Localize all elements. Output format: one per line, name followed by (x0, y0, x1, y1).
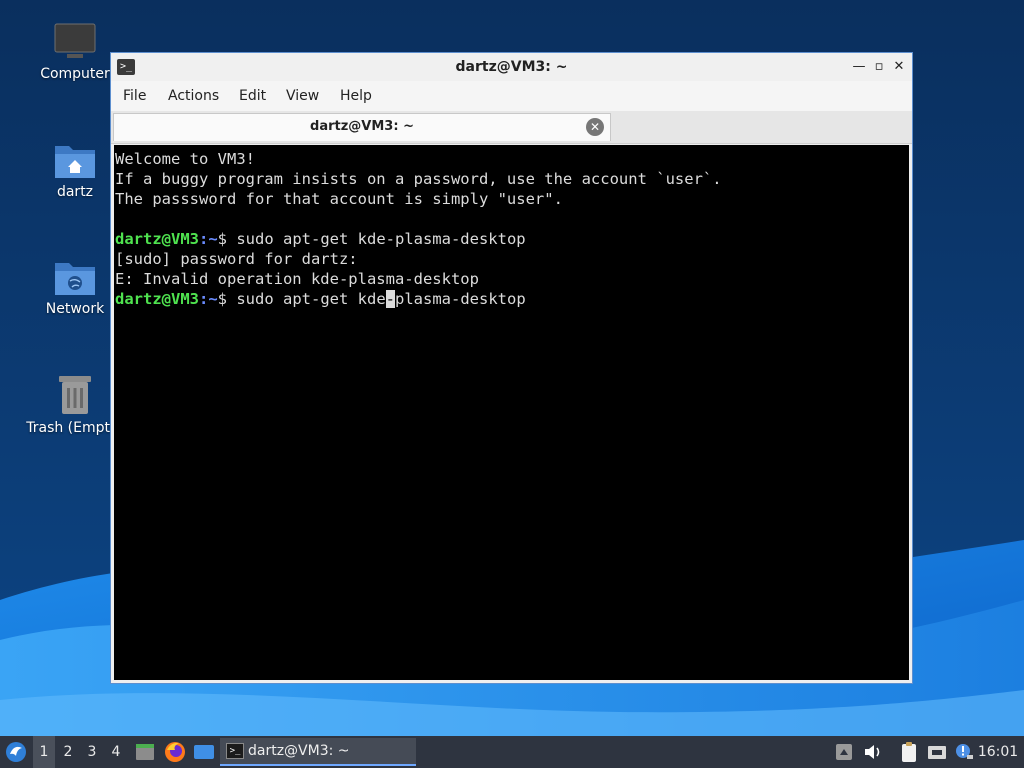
tab-title: dartz@VM3: ~ (310, 119, 414, 134)
clock[interactable]: 16:01 (976, 736, 1020, 768)
menu-edit[interactable]: Edit (239, 88, 266, 104)
workspace-1[interactable]: 1 (33, 736, 55, 768)
workspace-4[interactable]: 4 (105, 736, 127, 768)
window-title: dartz@VM3: ~ (455, 59, 568, 75)
prompt-path: :~ (199, 230, 218, 248)
menu-file[interactable]: File (123, 88, 146, 104)
menu-help[interactable]: Help (340, 88, 372, 104)
firefox-icon (165, 742, 185, 762)
show-desktop-button[interactable] (192, 736, 216, 768)
update-notifier-icon (956, 744, 973, 759)
volume-control[interactable] (862, 736, 884, 768)
home-folder-icon (55, 146, 95, 178)
command-text-before-cursor: sudo apt-get kde (236, 290, 386, 308)
maximize-button[interactable]: ▫ (870, 57, 888, 77)
prompt-user: dartz@VM3 (115, 290, 199, 308)
workspace-2[interactable]: 2 (57, 736, 79, 768)
prompt-path: :~ (199, 290, 218, 308)
command-text-after-cursor: plasma-desktop (395, 290, 526, 308)
prompt-symbol: $ (217, 290, 237, 308)
window-titlebar[interactable]: >_ dartz@VM3: ~ — ▫ ✕ (111, 53, 912, 81)
close-window-button[interactable]: ✕ (890, 57, 908, 77)
speaker-icon (865, 745, 880, 759)
menu-bar: File Actions Edit View Help (111, 81, 912, 111)
welcome-line: The passsword for that account is simply… (115, 190, 563, 208)
taskbar-task-terminal[interactable]: >_ dartz@VM3: ~ (220, 738, 416, 766)
prompt-user: dartz@VM3 (115, 230, 199, 248)
command-line-current: dartz@VM3:~$ sudo apt-get kde-plasma-des… (115, 289, 909, 309)
text-cursor: - (385, 290, 395, 308)
wired-network-icon (928, 746, 946, 759)
terminal-window[interactable]: >_ dartz@VM3: ~ — ▫ ✕ File Actions Edit … (110, 52, 913, 684)
output-line: E: Invalid operation kde-plasma-desktop (115, 270, 479, 288)
command-line: dartz@VM3:~$ sudo apt-get kde-plasma-des… (115, 229, 909, 249)
terminal-console[interactable]: Welcome to VM3! If a buggy program insist… (114, 145, 909, 680)
trash-icon (59, 376, 91, 414)
welcome-line: If a buggy program insists on a password… (115, 170, 722, 188)
computer-monitor-icon (54, 23, 96, 58)
chevron-up-icon (836, 744, 852, 760)
workspace-3[interactable]: 3 (81, 736, 103, 768)
lubuntu-logo-icon (6, 742, 26, 762)
tab-close-icon[interactable]: ✕ (586, 118, 604, 136)
menu-actions[interactable]: Actions (168, 88, 219, 104)
terminal-task-icon: >_ (226, 743, 244, 759)
desktop-icon (194, 745, 214, 759)
network-tray[interactable] (926, 736, 948, 768)
taskbar: 1 2 3 4 >_ dartz@VM3: ~ 16:01 (0, 736, 1024, 768)
network-folder-icon (55, 263, 95, 295)
task-label: dartz@VM3: ~ (248, 743, 350, 759)
app-menu-button[interactable] (4, 736, 28, 768)
clipboard-icon (902, 742, 916, 762)
prompt-symbol: $ (217, 230, 237, 248)
menu-view[interactable]: View (286, 88, 319, 104)
firefox-launcher[interactable] (163, 736, 187, 768)
tray-expand-button[interactable] (834, 736, 854, 768)
file-manager-icon (136, 744, 154, 760)
command-text: sudo apt-get kde-plasma-desktop (236, 230, 526, 248)
welcome-line: Welcome to VM3! (115, 150, 255, 168)
updates-tray[interactable] (953, 736, 975, 768)
minimize-button[interactable]: — (850, 57, 868, 77)
file-manager-launcher[interactable] (134, 736, 156, 768)
clipboard-tray[interactable] (898, 736, 920, 768)
output-line: [sudo] password for dartz: (115, 250, 358, 268)
tab-bar: dartz@VM3: ~ ✕ (111, 111, 912, 144)
tab-terminal[interactable]: dartz@VM3: ~ ✕ (113, 113, 611, 141)
